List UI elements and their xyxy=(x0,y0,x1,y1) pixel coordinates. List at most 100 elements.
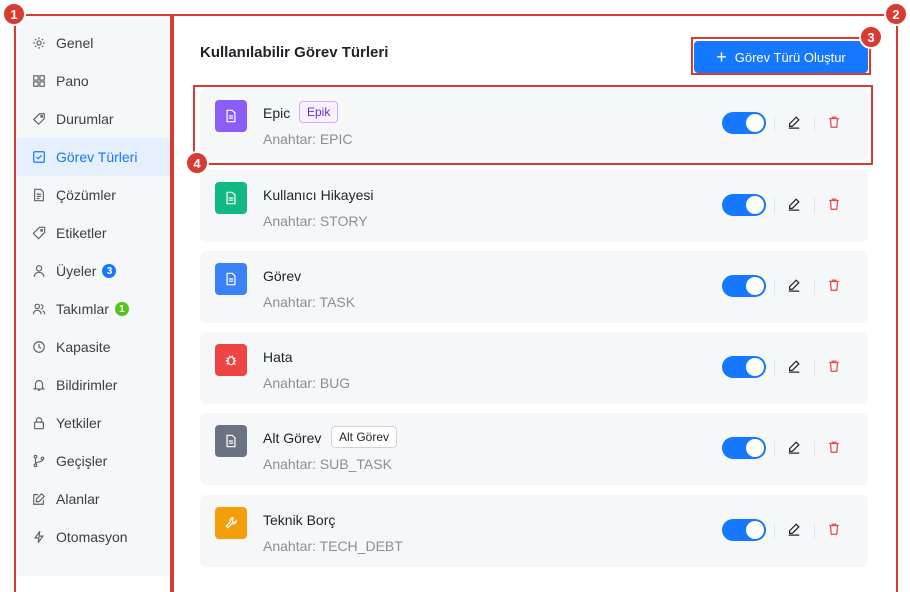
divider xyxy=(814,116,815,132)
sidebar-item-alanlar[interactable]: Alanlar xyxy=(16,480,170,518)
task-type-card-epic: Epic Epik Anahtar: EPIC xyxy=(200,88,868,160)
toggle-knob xyxy=(746,277,764,295)
sidebar-item-label: Görev Türleri xyxy=(56,149,138,165)
bug-icon xyxy=(215,344,247,376)
task-type-tag: Epik xyxy=(299,101,339,123)
tag-icon xyxy=(32,112,46,126)
lock-icon xyxy=(32,416,46,430)
toggle-knob xyxy=(746,358,764,376)
task-type-key: Anahtar: SUB_TASK xyxy=(263,456,392,472)
create-task-type-label: Görev Türü Oluştur xyxy=(734,49,846,65)
divider xyxy=(814,441,815,457)
document-icon xyxy=(215,182,247,214)
enable-toggle[interactable] xyxy=(722,275,766,297)
task-type-card-tech-debt: Teknik Borç Anahtar: TECH_DEBT xyxy=(200,495,868,567)
task-type-tag: Alt Görev xyxy=(331,426,398,448)
edit-icon[interactable] xyxy=(786,439,802,455)
task-type-key: Anahtar: BUG xyxy=(263,375,351,391)
document-icon xyxy=(215,263,247,295)
task-type-key: Anahtar: EPIC xyxy=(263,131,353,147)
task-type-name: Epic xyxy=(263,105,291,121)
enable-toggle[interactable] xyxy=(722,519,766,541)
task-type-name: Alt Görev xyxy=(263,430,322,446)
task-type-name: Görev xyxy=(263,268,302,284)
clock-icon xyxy=(32,340,46,354)
edit-icon[interactable] xyxy=(786,358,802,374)
delete-icon[interactable] xyxy=(826,439,842,455)
divider xyxy=(814,523,815,539)
task-type-name: Teknik Borç xyxy=(263,512,336,528)
sidebar-item-label: Alanlar xyxy=(56,491,100,507)
sidebar-item-label: Üyeler xyxy=(56,263,97,279)
sidebar-item-pano[interactable]: Pano xyxy=(16,62,170,100)
branch-icon xyxy=(32,454,46,468)
task-type-card-story: Kullanıcı Hikayesi Anahtar: STORY xyxy=(200,170,868,242)
task-type-card-subtask: Alt Görev Alt Görev Anahtar: SUB_TASK xyxy=(200,413,868,485)
enable-toggle[interactable] xyxy=(722,112,766,134)
delete-icon[interactable] xyxy=(826,358,842,374)
toggle-knob xyxy=(746,114,764,132)
team-count-badge: 1 xyxy=(114,302,129,316)
delete-icon[interactable] xyxy=(826,277,842,293)
task-type-card-task: Görev Anahtar: TASK xyxy=(200,251,868,323)
sidebar-item-label: Bildirimler xyxy=(56,377,118,393)
divider xyxy=(774,441,775,457)
sidebar-item-label: Geçişler xyxy=(56,453,108,469)
task-type-key: Anahtar: TASK xyxy=(263,294,356,310)
divider xyxy=(774,198,775,214)
divider xyxy=(774,523,775,539)
edit-icon[interactable] xyxy=(786,521,802,537)
sidebar-item-yetkiler[interactable]: Yetkiler xyxy=(16,404,170,442)
sidebar-item-label: Durumlar xyxy=(56,111,114,127)
annotation-marker-2: 2 xyxy=(884,2,908,26)
divider xyxy=(814,279,815,295)
delete-icon[interactable] xyxy=(826,114,842,130)
divider xyxy=(774,116,775,132)
annotation-marker-1: 1 xyxy=(2,2,26,26)
sidebar-item-etiketler[interactable]: Etiketler xyxy=(16,214,170,252)
task-type-key: Anahtar: STORY xyxy=(263,213,368,229)
delete-icon[interactable] xyxy=(826,521,842,537)
sidebar-item-kapasite[interactable]: Kapasite xyxy=(16,328,170,366)
sidebar-item-gecisler[interactable]: Geçişler xyxy=(16,442,170,480)
lightning-icon xyxy=(32,530,46,544)
team-icon xyxy=(32,302,46,316)
gear-icon xyxy=(32,36,46,50)
toggle-knob xyxy=(746,439,764,457)
user-icon xyxy=(32,264,46,278)
enable-toggle[interactable] xyxy=(722,194,766,216)
edit-icon[interactable] xyxy=(786,196,802,212)
sidebar-item-gorev-turleri[interactable]: Görev Türleri xyxy=(16,138,170,176)
create-task-type-button[interactable]: + Görev Türü Oluştur xyxy=(694,41,868,73)
enable-toggle[interactable] xyxy=(722,437,766,459)
sidebar-item-otomasyon[interactable]: Otomasyon xyxy=(16,518,170,556)
sidebar-item-label: Etiketler xyxy=(56,225,107,241)
edit-icon[interactable] xyxy=(786,277,802,293)
document-icon xyxy=(215,425,247,457)
divider xyxy=(814,360,815,376)
toggle-knob xyxy=(746,521,764,539)
sidebar-item-genel[interactable]: Genel xyxy=(16,24,170,62)
delete-icon[interactable] xyxy=(826,196,842,212)
label-icon xyxy=(32,226,46,240)
divider xyxy=(774,279,775,295)
edit-icon[interactable] xyxy=(786,114,802,130)
divider xyxy=(814,198,815,214)
task-types-panel: Kullanılabilir Görev Türleri + Görev Tür… xyxy=(176,16,896,592)
sidebar-item-bildirimler[interactable]: Bildirimler xyxy=(16,366,170,404)
settings-sidebar: Genel Pano Durumlar Görev Türleri Çözüml… xyxy=(16,16,170,576)
document-icon xyxy=(215,100,247,132)
annotation-marker-4: 4 xyxy=(185,151,209,175)
bell-icon xyxy=(32,378,46,392)
sidebar-item-uyeler[interactable]: Üyeler 3 xyxy=(16,252,170,290)
sidebar-item-label: Yetkiler xyxy=(56,415,102,431)
enable-toggle[interactable] xyxy=(722,356,766,378)
sidebar-item-cozumler[interactable]: Çözümler xyxy=(16,176,170,214)
sidebar-item-takimlar[interactable]: Takımlar 1 xyxy=(16,290,170,328)
sidebar-item-label: Genel xyxy=(56,35,94,51)
sidebar-item-durumlar[interactable]: Durumlar xyxy=(16,100,170,138)
task-type-name: Hata xyxy=(263,349,293,365)
sidebar-item-label: Takımlar xyxy=(56,301,109,317)
grid-icon xyxy=(32,74,46,88)
sidebar-item-label: Otomasyon xyxy=(56,529,128,545)
